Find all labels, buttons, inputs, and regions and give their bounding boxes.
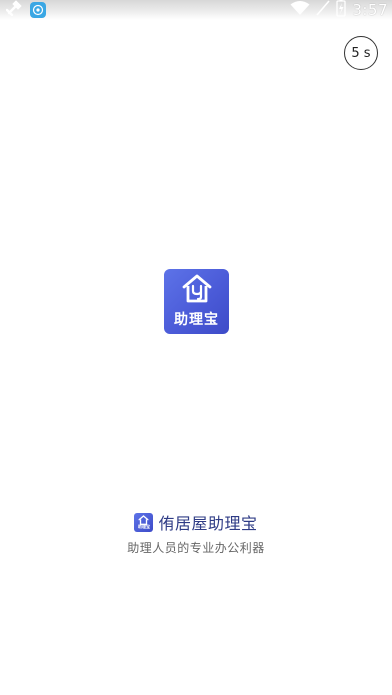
app-logo: 助理宝 (164, 269, 229, 334)
status-bar-right: 3:57 (290, 0, 388, 20)
status-time: 3:57 (352, 1, 388, 19)
house-icon (179, 273, 215, 307)
status-bar: 3:57 (0, 0, 392, 20)
brand-mini-logo-text: 助理宝 (137, 524, 150, 529)
brand-name: 侑居屋助理宝 (158, 514, 258, 533)
brand-row: 助理宝 侑居屋助理宝 (0, 510, 392, 534)
signal-icon (316, 0, 330, 20)
splash-screen: 3:57 5 s 助理宝 助理宝 侑居屋助理宝 助理人员的专业办公利器 (0, 0, 392, 695)
brand-slogan: 助理人员的专业办公利器 (127, 541, 265, 555)
battery-charging-icon (336, 0, 346, 21)
app-notification-icon (30, 2, 46, 18)
wrench-icon (5, 0, 22, 20)
skip-countdown-button[interactable]: 5 s (344, 36, 378, 70)
wifi-icon (290, 0, 310, 20)
status-bar-left (5, 0, 46, 20)
brand-mini-logo-icon: 助理宝 (134, 512, 154, 532)
logo-text: 助理宝 (174, 312, 219, 328)
